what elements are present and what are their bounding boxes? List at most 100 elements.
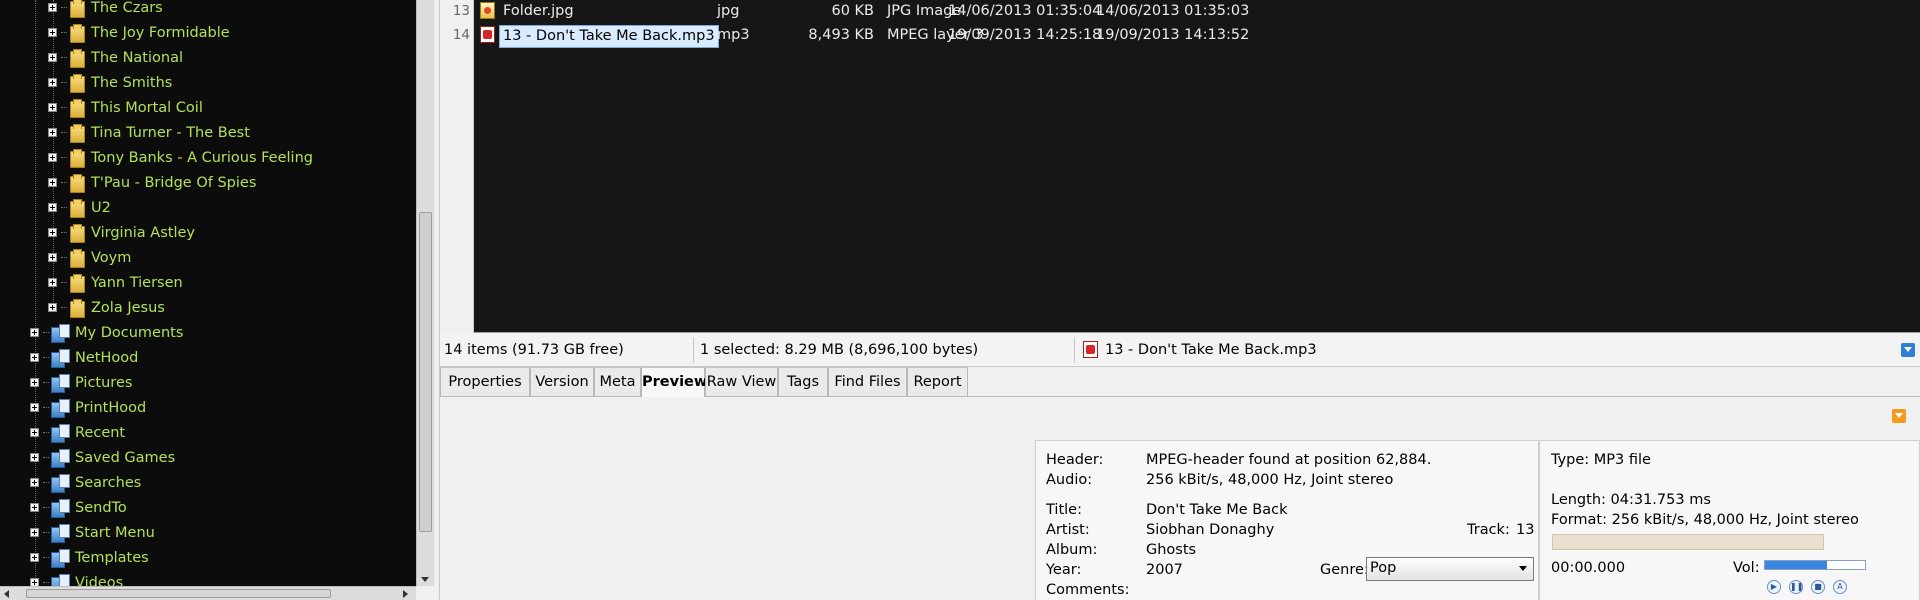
file-name[interactable]: Folder.jpg [503, 3, 574, 19]
expand-icon[interactable] [30, 553, 39, 562]
repeat-icon[interactable]: A [1833, 580, 1847, 594]
tree-vertical-scrollbar[interactable] [416, 0, 434, 586]
expand-icon[interactable] [48, 28, 57, 37]
folder-icon [69, 248, 85, 268]
tab-find-files[interactable]: Find Files [828, 367, 907, 397]
scroll-down-icon[interactable] [421, 577, 429, 582]
expand-icon[interactable] [48, 103, 57, 112]
scrollbar-thumb[interactable] [419, 212, 432, 532]
tree-item[interactable]: The Czars [48, 0, 163, 20]
tree-item-label: Recent [75, 424, 126, 441]
scroll-left-icon[interactable] [4, 590, 9, 598]
expand-icon[interactable] [30, 403, 39, 412]
tree-item-label: The Joy Formidable [91, 24, 230, 41]
tree-item[interactable]: Yann Tiersen [48, 270, 183, 295]
tree-item[interactable]: NetHood [30, 345, 138, 370]
file-name[interactable]: 13 - Don't Take Me Back.mp3 [499, 25, 719, 48]
tree-item[interactable]: Voym [48, 245, 131, 270]
expand-icon[interactable] [48, 78, 57, 87]
scrollbar-thumb[interactable] [26, 589, 331, 598]
tree-item[interactable]: Tina Turner - The Best [48, 120, 250, 145]
file-list[interactable]: 13 Folder.jpg jpg 60 KB JPG Image 14/06/… [440, 0, 1920, 333]
expand-icon[interactable] [30, 478, 39, 487]
expand-icon[interactable] [48, 203, 57, 212]
title-value[interactable]: Don't Take Me Back [1146, 502, 1288, 518]
tab-version[interactable]: Version [530, 367, 594, 397]
tree-item[interactable]: Pictures [30, 370, 132, 395]
file-row-selected[interactable]: 14 13 - Don't Take Me Back.mp3 mp3 8,493… [440, 24, 1920, 49]
options-dropdown-icon[interactable] [1892, 409, 1906, 423]
tree-item[interactable]: PrintHood [30, 395, 146, 420]
playback-progress-bar[interactable] [1552, 534, 1824, 550]
expand-icon[interactable] [30, 453, 39, 462]
tree-item[interactable]: Saved Games [30, 445, 175, 470]
tab-meta[interactable]: Meta [594, 367, 641, 397]
expand-icon[interactable] [48, 278, 57, 287]
volume-slider[interactable] [1764, 560, 1866, 570]
scroll-right-icon[interactable] [403, 590, 408, 598]
expand-icon[interactable] [48, 253, 57, 262]
system-folder-icon [51, 348, 70, 368]
file-row[interactable]: 13 Folder.jpg jpg 60 KB JPG Image 14/06/… [440, 0, 1920, 25]
tab-tags[interactable]: Tags [778, 367, 828, 397]
expand-icon[interactable] [48, 128, 57, 137]
tree-item[interactable]: U2 [48, 195, 111, 220]
tree-item[interactable]: Recent [30, 420, 125, 445]
stop-icon[interactable]: ■ [1811, 580, 1825, 594]
expand-icon[interactable] [48, 303, 57, 312]
expand-icon[interactable] [30, 528, 39, 537]
tree-item[interactable]: Start Menu [30, 520, 155, 545]
tab-raw-view[interactable]: Raw View [705, 367, 778, 397]
expand-icon[interactable] [48, 3, 57, 12]
folder-icon [69, 223, 85, 243]
tree-item[interactable]: Zola Jesus [48, 295, 165, 320]
tree-connector [61, 256, 67, 259]
tree-item-label: Searches [75, 474, 142, 491]
tab-properties[interactable]: Properties [440, 367, 530, 397]
file-created-date: 14/06/2013 01:35:03 [1096, 3, 1250, 19]
tree-connector [61, 131, 67, 134]
folder-tree[interactable]: The Czars The Joy Formidable The National T… [0, 0, 416, 600]
tree-item[interactable]: My Documents [30, 320, 183, 345]
status-current-file: 13 - Don't Take Me Back.mp3 [1105, 342, 1317, 358]
tree-item[interactable]: Tony Banks - A Curious Feeling [48, 145, 313, 170]
tree-horizontal-scrollbar[interactable] [0, 586, 416, 600]
chevron-down-icon[interactable] [1901, 343, 1915, 357]
artist-value[interactable]: Siobhan Donaghy [1146, 522, 1274, 538]
album-value[interactable]: Ghosts [1146, 542, 1196, 558]
tree-item[interactable]: The Joy Formidable [48, 20, 230, 45]
row-number-gutter [440, 0, 474, 333]
tree-item[interactable]: T'Pau - Bridge Of Spies [48, 170, 256, 195]
tree-item[interactable]: Virginia Astley [48, 220, 195, 245]
album-label: Album: [1046, 542, 1098, 558]
folder-icon [69, 198, 85, 218]
tab-preview[interactable]: Preview [641, 367, 707, 398]
expand-icon[interactable] [30, 503, 39, 512]
expand-icon[interactable] [30, 328, 39, 337]
folder-icon [69, 273, 85, 293]
tree-connector [43, 456, 49, 459]
player-length: Length: 04:31.753 ms [1551, 492, 1711, 508]
tree-item-label: The Smiths [91, 74, 173, 91]
pause-icon[interactable]: ❚❚ [1789, 580, 1803, 594]
tree-item[interactable]: Templates [30, 545, 149, 570]
tree-item[interactable]: The Smiths [48, 70, 172, 95]
expand-icon[interactable] [48, 153, 57, 162]
tree-connector [61, 56, 67, 59]
tree-item[interactable]: The National [48, 45, 183, 70]
tree-item[interactable]: Searches [30, 470, 141, 495]
expand-icon[interactable] [48, 178, 57, 187]
tree-item-label: T'Pau - Bridge Of Spies [91, 174, 257, 191]
expand-icon[interactable] [48, 228, 57, 237]
tab-report[interactable]: Report [907, 367, 968, 397]
tree-item[interactable]: SendTo [30, 495, 127, 520]
tree-item[interactable]: This Mortal Coil [48, 95, 203, 120]
expand-icon[interactable] [30, 353, 39, 362]
expand-icon[interactable] [30, 378, 39, 387]
expand-icon[interactable] [30, 428, 39, 437]
play-icon[interactable]: ▶ [1767, 580, 1781, 594]
track-value[interactable]: 13 [1516, 522, 1534, 538]
expand-icon[interactable] [48, 53, 57, 62]
genre-select[interactable]: Pop [1366, 557, 1534, 581]
year-value[interactable]: 2007 [1146, 562, 1183, 578]
